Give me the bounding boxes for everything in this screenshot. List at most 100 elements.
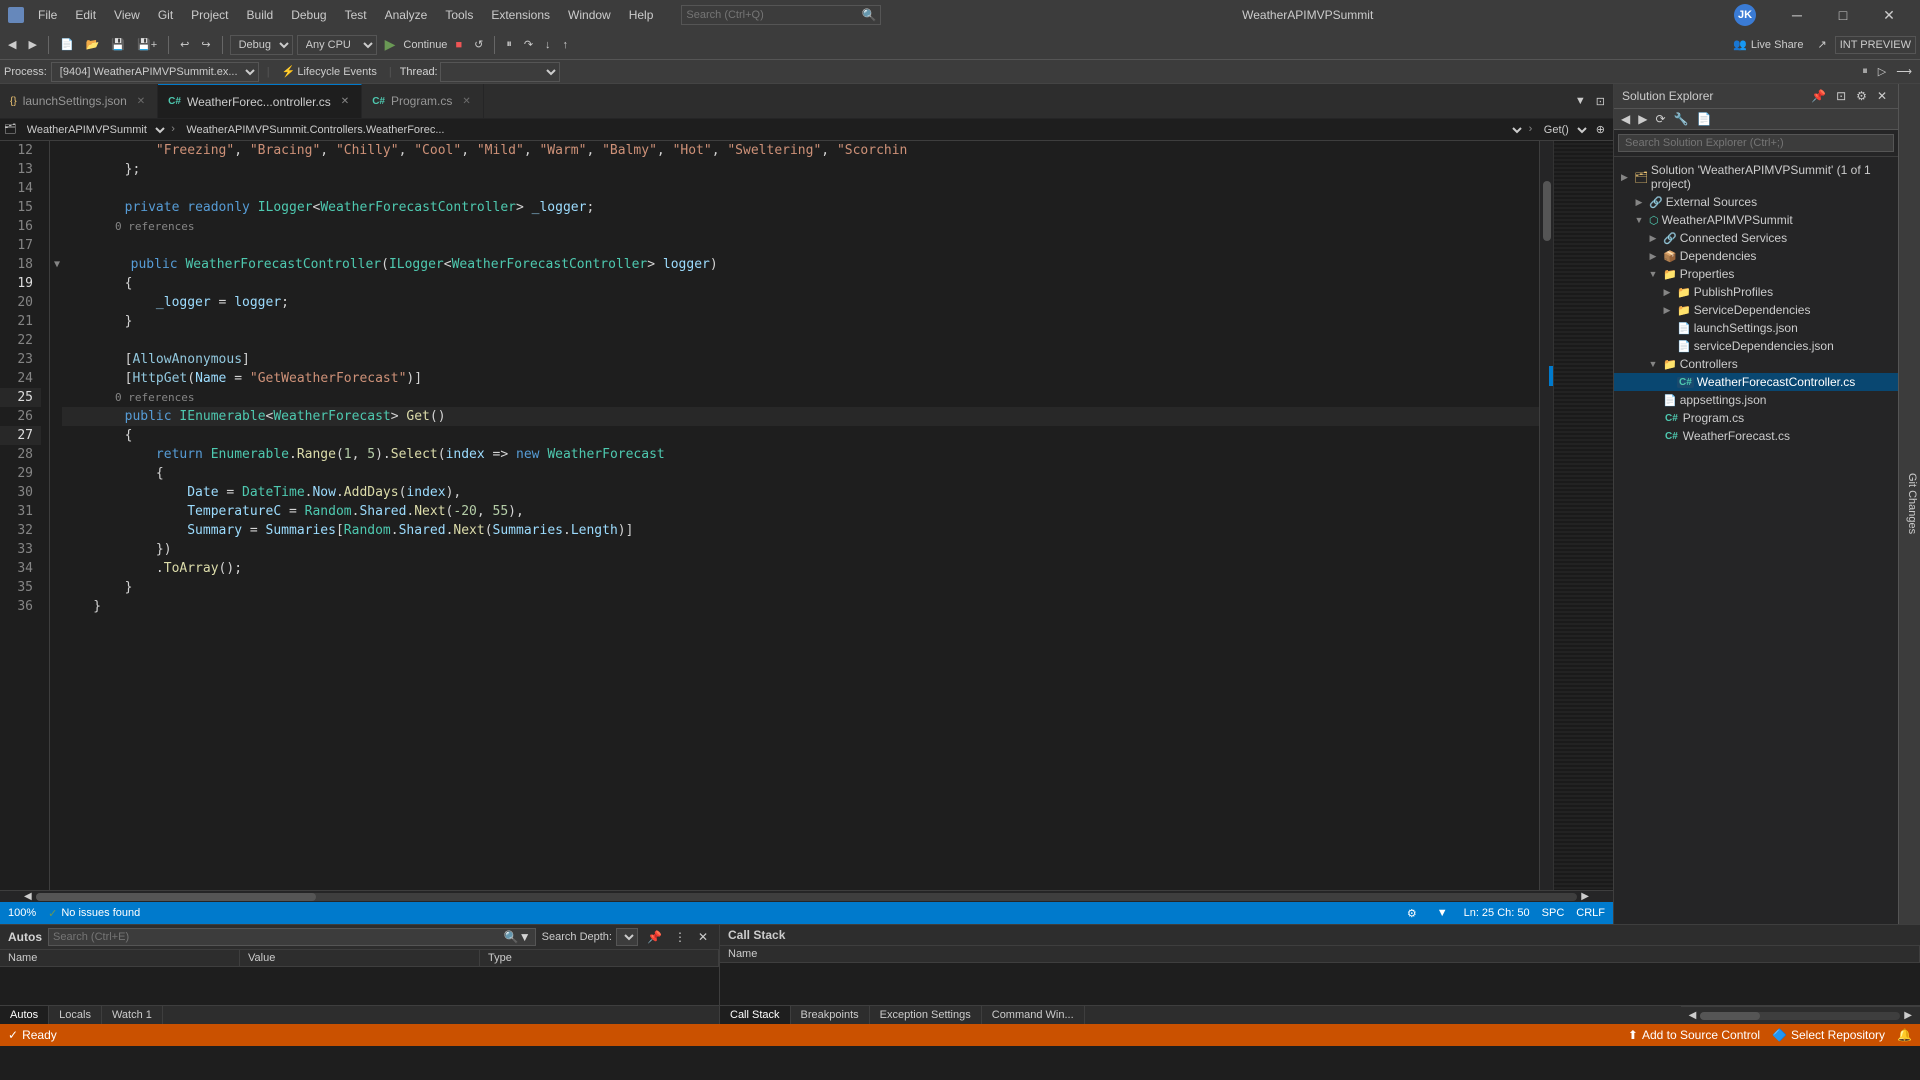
horizontal-scrollbar[interactable]: ◀ ▶	[0, 890, 1613, 902]
se-forward-button[interactable]: ▶	[1635, 111, 1650, 127]
forward-button[interactable]: ▶	[24, 36, 40, 53]
save-all-button[interactable]: 💾+	[133, 36, 161, 53]
int-preview-button[interactable]: INT PREVIEW	[1835, 36, 1916, 54]
autos-pin-button[interactable]: 📌	[644, 929, 665, 945]
tab-launchsettings[interactable]: {} launchSettings.json ✕	[0, 84, 158, 118]
select-repository[interactable]: 🔷 Select Repository	[1772, 1028, 1885, 1042]
step-into-button[interactable]: ↓	[541, 37, 555, 53]
tree-controllers[interactable]: ▼ 📁 Controllers	[1614, 355, 1898, 373]
fold-icon-18[interactable]: ▼	[54, 255, 60, 274]
tree-program-cs[interactable]: C# Program.cs	[1614, 409, 1898, 427]
se-showallfiles-button[interactable]: 📄	[1693, 111, 1714, 127]
new-file-button[interactable]: 📄	[56, 36, 78, 53]
tree-launchsettings[interactable]: 📄 launchSettings.json	[1614, 319, 1898, 337]
thread-dropdown[interactable]	[440, 62, 560, 82]
process-dropdown[interactable]: [9404] WeatherAPIMVPSummit.ex...	[51, 62, 259, 82]
user-avatar[interactable]: JK	[1734, 4, 1756, 26]
zoom-level[interactable]: 100%	[8, 907, 36, 919]
debug-config-dropdown[interactable]: Debug	[230, 35, 293, 55]
tab-launchsettings-close[interactable]: ✕	[137, 96, 145, 107]
h-scroll-track[interactable]	[36, 893, 1578, 901]
cpu-config-dropdown[interactable]: Any CPU	[297, 35, 377, 55]
autos-search-dropdown[interactable]: ▼	[519, 930, 531, 944]
se-sync-button[interactable]: ⟳	[1652, 111, 1668, 127]
maximize-button[interactable]: □	[1820, 0, 1866, 30]
debug-ctrl-button[interactable]: ⏸	[1858, 63, 1872, 80]
notifications[interactable]: 🔔	[1897, 1028, 1912, 1042]
h-scroll-thumb[interactable]	[36, 893, 316, 901]
tree-project[interactable]: ▼ ⬡ WeatherAPIMVPSummit	[1614, 211, 1898, 229]
open-button[interactable]: 📂	[82, 36, 104, 53]
status-ready[interactable]: ✓ Ready	[8, 1028, 57, 1042]
cs-tab-callstack[interactable]: Call Stack	[720, 1006, 791, 1024]
tree-external-sources[interactable]: ▶ 🔗 External Sources	[1614, 193, 1898, 211]
cs-scroll-right[interactable]: ▶	[1900, 1008, 1916, 1023]
nav-project-dropdown[interactable]: WeatherAPIMVPSummit	[19, 123, 168, 137]
code-editor[interactable]: 12 13 14 15 16 17 18 19 20 21 22 23 24 2…	[0, 141, 1539, 890]
continue-button[interactable]: ▶	[381, 34, 400, 55]
close-button[interactable]: ✕	[1866, 0, 1912, 30]
menu-window[interactable]: Window	[560, 6, 619, 24]
solution-search-input[interactable]	[1618, 134, 1894, 152]
tree-weatherforecast-cs[interactable]: C# WeatherForecast.cs	[1614, 427, 1898, 445]
scroll-left-button[interactable]: ◀	[20, 891, 36, 902]
nav-method-dropdown[interactable]: Get()	[1536, 123, 1590, 137]
back-button[interactable]: ◀	[4, 36, 20, 53]
debug-ctrl2-button[interactable]: ▷	[1874, 63, 1890, 80]
tree-servicedependencies-json[interactable]: 📄 serviceDependencies.json	[1614, 337, 1898, 355]
tree-solution[interactable]: ▶ 🗂 Solution 'WeatherAPIMVPSummit' (1 of…	[1614, 161, 1898, 193]
nav-class-dropdown[interactable]: WeatherAPIMVPSummit.Controllers.WeatherF…	[178, 123, 1525, 137]
configure-button[interactable]: ⚙	[1403, 905, 1421, 922]
redo-button[interactable]: ↪	[197, 36, 214, 53]
cs-scroll-track[interactable]	[1700, 1012, 1900, 1020]
menu-edit[interactable]: Edit	[67, 6, 104, 24]
se-pin-button[interactable]: 📌	[1808, 88, 1829, 104]
se-back-button[interactable]: ◀	[1618, 111, 1633, 127]
menu-project[interactable]: Project	[183, 6, 236, 24]
minimize-button[interactable]: ─	[1774, 0, 1820, 30]
cs-tab-exception-settings[interactable]: Exception Settings	[870, 1006, 982, 1024]
se-close-button[interactable]: ✕	[1874, 88, 1890, 104]
se-expand-button[interactable]: ⊡	[1833, 88, 1849, 104]
step-out-button[interactable]: ↑	[559, 37, 573, 53]
autos-more-button[interactable]: ⋮	[671, 929, 689, 945]
menu-debug[interactable]: Debug	[283, 6, 334, 24]
cs-scroll-left[interactable]: ◀	[1685, 1008, 1701, 1023]
menu-git[interactable]: Git	[150, 6, 181, 24]
global-search-input[interactable]	[686, 9, 861, 21]
code-content[interactable]: "Freezing", "Bracing", "Chilly", "Cool",…	[50, 141, 1539, 890]
errors-button[interactable]: ▼	[1433, 905, 1452, 921]
menu-file[interactable]: File	[30, 6, 65, 24]
search-depth-select[interactable]	[616, 928, 638, 946]
lifecycle-events-button[interactable]: ⚡ Lifecycle Events	[278, 63, 381, 80]
menu-help[interactable]: Help	[621, 6, 662, 24]
tab-weathercontroller-close[interactable]: ✕	[341, 96, 349, 107]
tree-properties[interactable]: ▼ 📁 Properties	[1614, 265, 1898, 283]
cs-tab-breakpoints[interactable]: Breakpoints	[791, 1006, 870, 1024]
menu-view[interactable]: View	[106, 6, 148, 24]
vstrip-git-changes[interactable]: Git Changes	[1904, 465, 1920, 542]
tree-publishprofiles[interactable]: ▶ 📁 PublishProfiles	[1614, 283, 1898, 301]
debug-ctrl3-button[interactable]: ⟶	[1892, 63, 1916, 80]
tab-weathercontroller[interactable]: C# WeatherForec...ontroller.cs ✕	[158, 84, 362, 118]
menu-analyze[interactable]: Analyze	[377, 6, 436, 24]
vertical-scrollbar[interactable]	[1539, 141, 1553, 890]
tab-program[interactable]: C# Program.cs ✕	[362, 84, 484, 118]
tree-appsettings[interactable]: 📄 appsettings.json	[1614, 391, 1898, 409]
send-feedback-button[interactable]: ↗	[1813, 36, 1830, 53]
tree-connected-services[interactable]: ▶ 🔗 Connected Services	[1614, 229, 1898, 247]
stop-button[interactable]: ■	[451, 37, 466, 53]
tab-program-close[interactable]: ✕	[462, 96, 470, 107]
se-settings-button[interactable]: ⚙	[1853, 88, 1870, 104]
cs-scroll-thumb[interactable]	[1700, 1012, 1760, 1020]
autos-tab-watch1[interactable]: Watch 1	[102, 1006, 163, 1024]
tree-dependencies[interactable]: ▶ 📦 Dependencies	[1614, 247, 1898, 265]
cs-tab-command-window[interactable]: Command Win...	[982, 1006, 1085, 1024]
global-search[interactable]: 🔍	[681, 5, 881, 25]
se-properties-button[interactable]: 🔧	[1671, 111, 1692, 127]
add-to-source-control[interactable]: ⬆ Add to Source Control	[1628, 1028, 1760, 1042]
autos-tab-locals[interactable]: Locals	[49, 1006, 102, 1024]
restart-button[interactable]: ↺	[470, 36, 487, 53]
save-button[interactable]: 💾	[107, 36, 129, 53]
tree-weatherforecastcontroller[interactable]: C# WeatherForecastController.cs	[1614, 373, 1898, 391]
